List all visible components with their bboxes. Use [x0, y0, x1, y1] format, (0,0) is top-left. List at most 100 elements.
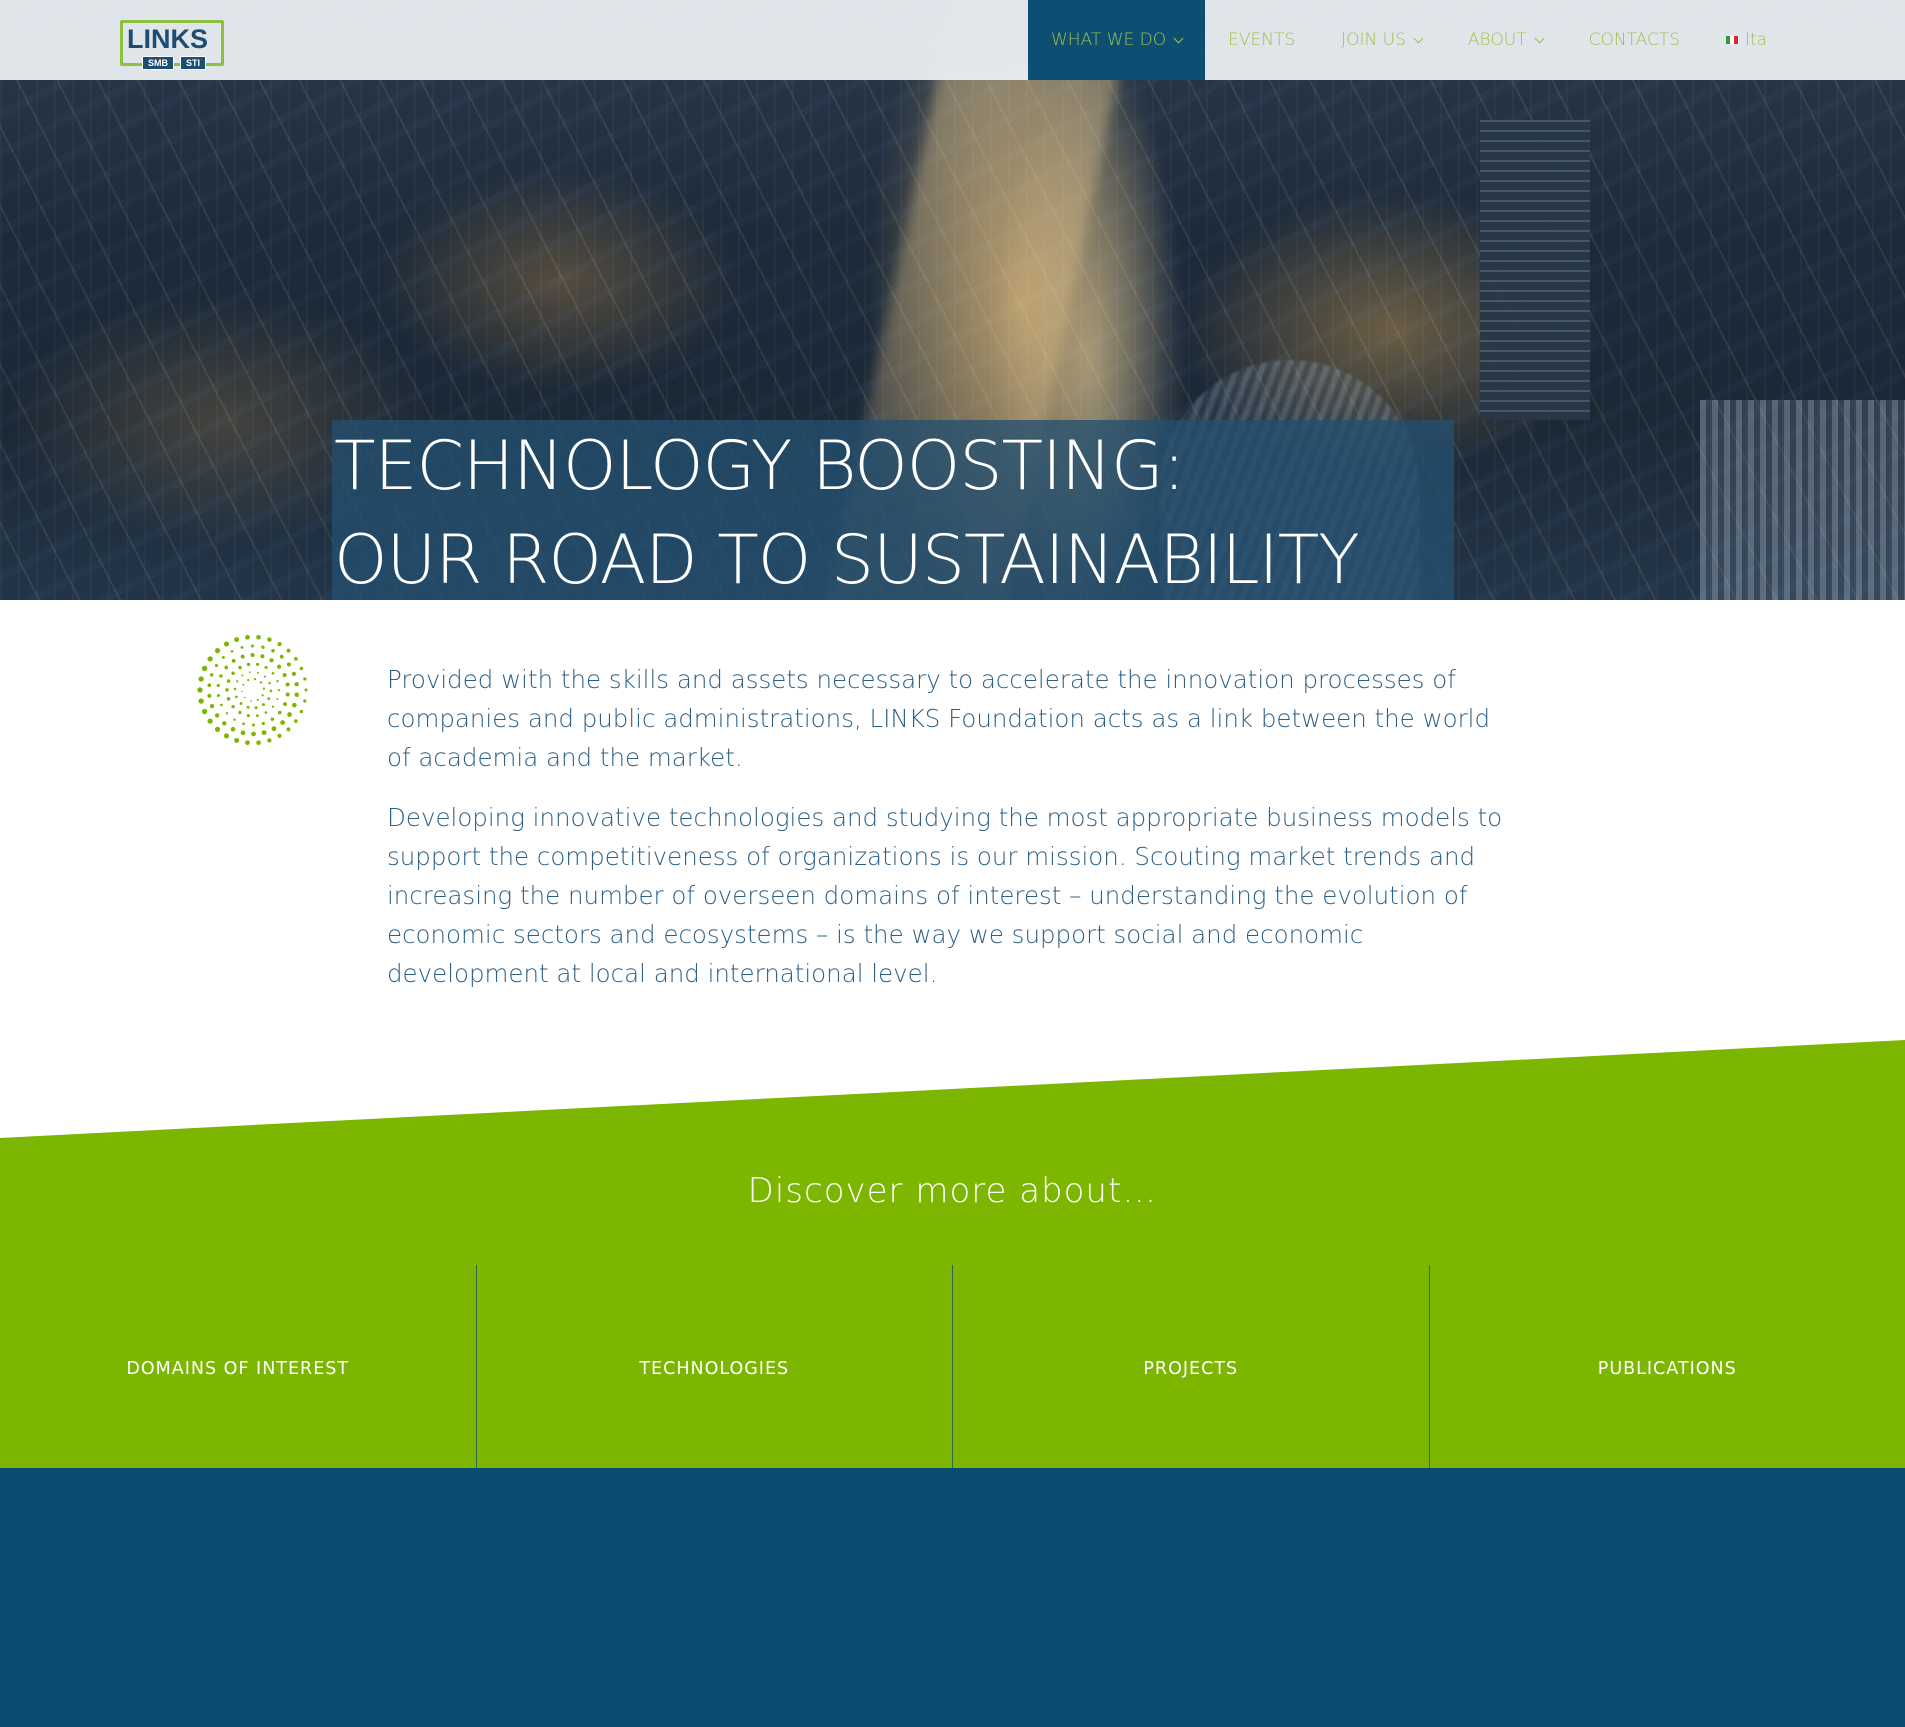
spiral-dot [241, 674, 244, 677]
spiral-dot [245, 634, 250, 640]
logo-subtitle: SMB STI [142, 56, 207, 70]
spiral-dot [285, 682, 290, 687]
spiral-dot [261, 730, 267, 735]
spiral-dot [304, 688, 308, 692]
nav-item-label: WHAT WE DO [1051, 30, 1167, 50]
spiral-dot [294, 719, 298, 724]
spiral-dot [292, 702, 297, 708]
spiral-dot [303, 699, 307, 703]
spiral-dot [269, 689, 273, 693]
spiral-dot [276, 679, 279, 683]
spiral-dot [260, 654, 265, 659]
spiral-dot [246, 714, 250, 718]
spiral-dot [256, 740, 261, 746]
spiral-dot [216, 683, 220, 688]
logo-wordmark: LINKS [127, 24, 208, 54]
spiral-dot [198, 676, 204, 682]
nav-item-contacts[interactable]: CONTACTS [1566, 0, 1703, 80]
spiral-dot [222, 721, 227, 726]
spiral-dot [261, 721, 265, 726]
spiral-dot [250, 644, 254, 648]
nav-item-join-us[interactable]: JOIN US [1318, 0, 1445, 80]
spiral-dot [244, 696, 246, 699]
spiral-dot [251, 731, 256, 737]
spiral-dot [277, 642, 282, 647]
discover-tiles: DOMAINS OF INTEREST TECHNOLOGIES PROJECT… [0, 1265, 1905, 1468]
spiral-dot [245, 740, 250, 746]
italy-flag-icon [1726, 36, 1738, 44]
spiral-dot [282, 672, 287, 678]
tile-domains-of-interest[interactable]: DOMAINS OF INTEREST [0, 1265, 477, 1468]
spiral-dot [231, 671, 235, 676]
intro-paragraph: Developing innovative technologies and s… [387, 803, 1503, 988]
spiral-dot [234, 637, 240, 643]
language-switch[interactable]: Ita [1703, 0, 1790, 80]
hero-tower-building [1480, 120, 1590, 420]
spiral-dot [249, 671, 251, 674]
spiral-dot [231, 658, 236, 663]
tile-technologies[interactable]: TECHNOLOGIES [477, 1265, 953, 1468]
hero-banner: TECHNOLOGY BOOSTING: OUR ROAD TO SUSTAIN… [0, 0, 1905, 600]
tile-projects[interactable]: PROJECTS [953, 1265, 1430, 1468]
spiral-dot [198, 698, 204, 704]
logo-sub-left: SMB [142, 56, 174, 70]
spiral-dot [246, 662, 251, 667]
spiral-dot [241, 690, 243, 693]
spiral-dot [236, 680, 239, 683]
spiral-dot [201, 708, 208, 715]
spiral-dot [240, 730, 246, 736]
main-nav: WHAT WE DO EVENTS JOIN US ABOUT CONTACTS… [1028, 0, 1790, 80]
spiral-dot [286, 727, 291, 732]
spiral-dot [220, 703, 223, 707]
spiral-dot [299, 666, 304, 671]
nav-item-about[interactable]: ABOUT [1445, 0, 1566, 80]
spiral-dot [277, 710, 282, 715]
chevron-down-icon [1413, 33, 1424, 43]
nav-item-label: EVENTS [1228, 30, 1296, 50]
spiral-dot [242, 683, 245, 686]
spiral-dot [285, 692, 290, 697]
spiral-dot [233, 718, 236, 721]
nav-item-events[interactable]: EVENTS [1205, 0, 1318, 80]
chevron-down-icon [1173, 33, 1184, 43]
spiral-dot [262, 687, 266, 690]
discover-heading: Discover more about… [747, 1171, 1158, 1211]
spiral-dot [230, 649, 234, 653]
spiral-dot [224, 665, 229, 670]
spiral-dot [291, 671, 297, 676]
spiral-dot [207, 718, 213, 724]
spiral-dot [207, 656, 213, 662]
spiral-dot [234, 737, 240, 743]
spiral-dot [235, 695, 238, 699]
spiral-dot [226, 697, 231, 701]
spiral-dot [271, 705, 275, 708]
dotted-spiral-icon [197, 634, 308, 746]
spiral-dot [264, 711, 268, 714]
nav-item-what-we-do[interactable]: WHAT WE DO [1028, 0, 1206, 80]
spiral-dot [263, 675, 267, 678]
spiral-dot [279, 654, 284, 659]
logo-sub-right: STI [180, 56, 207, 70]
spiral-dot [216, 693, 220, 697]
spiral-dot [214, 726, 221, 732]
links-logo[interactable]: LINKS SMB STI [120, 20, 224, 70]
site-header: LINKS SMB STI WHAT WE DO EVENTS JOIN US … [0, 0, 1905, 80]
hero-title-line-1: TECHNOLOGY BOOSTING: [332, 420, 1454, 514]
spiral-dot [226, 679, 231, 683]
nav-item-label: JOIN US [1341, 30, 1406, 50]
spiral-dot [252, 723, 255, 727]
spiral-dot [294, 681, 299, 687]
spiral-dot [254, 706, 258, 710]
spiral-dot [210, 704, 215, 709]
spiral-dot [223, 641, 230, 647]
language-label: Ita [1745, 30, 1768, 50]
spiral-dot [256, 671, 259, 674]
spiral-dot [267, 738, 272, 743]
spiral-dot [286, 662, 291, 667]
spiral-dot [231, 704, 235, 709]
tile-publications[interactable]: PUBLICATIONS [1430, 1265, 1905, 1468]
spiral-dot [256, 698, 259, 701]
spiral-dot [209, 673, 214, 677]
spiral-dot [286, 648, 291, 653]
spiral-dot [240, 646, 244, 649]
